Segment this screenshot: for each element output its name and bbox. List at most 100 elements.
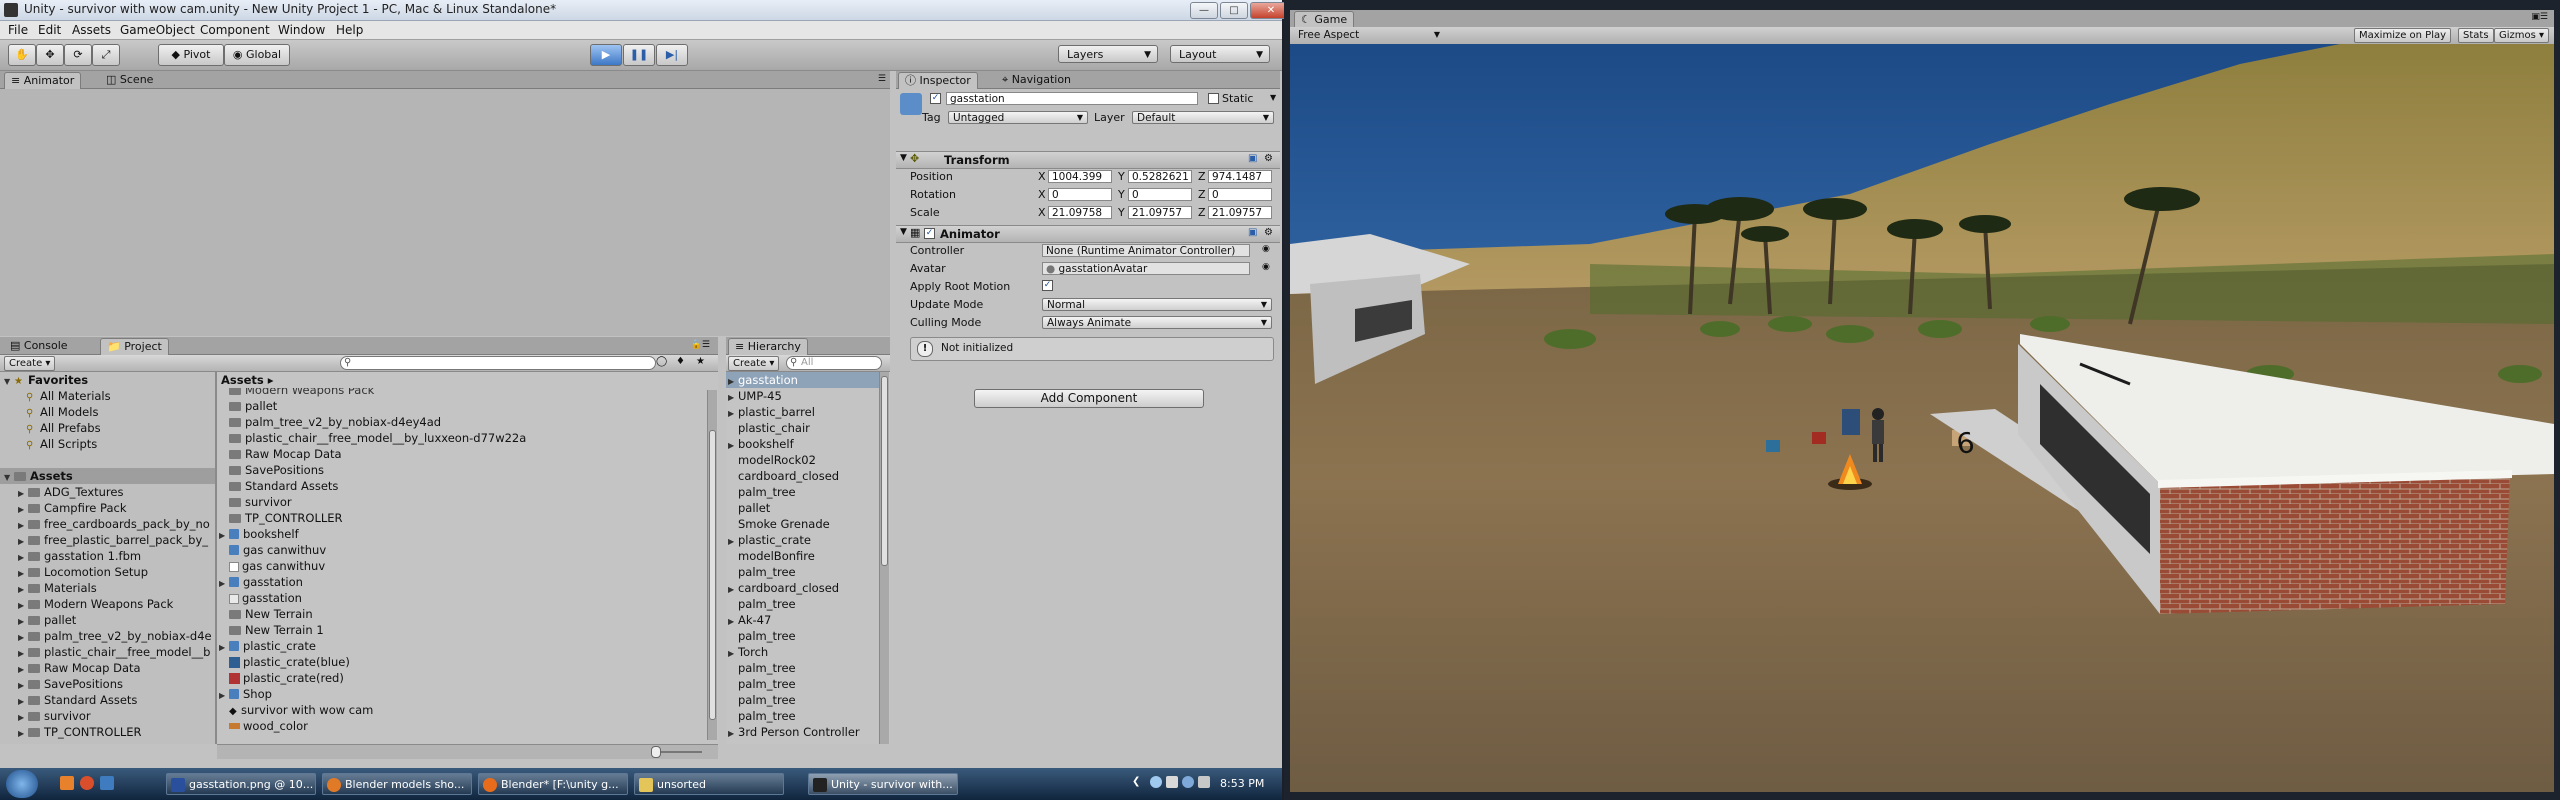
active-checkbox[interactable]: ✓: [930, 93, 941, 104]
hierarchy-item[interactable]: ▶ plastic_crate: [726, 532, 879, 548]
list-item[interactable]: plastic_crate(blue): [229, 654, 350, 670]
add-component-button[interactable]: Add Component: [974, 389, 1204, 408]
layer-dropdown[interactable]: Default ▼: [1132, 111, 1274, 124]
list-item[interactable]: plastic_chair__free_model__by_luxxeon-d7…: [229, 430, 526, 446]
panel-menu-icon[interactable]: ☰: [878, 74, 886, 84]
tab-navigation[interactable]: ⌖ Navigation: [996, 72, 1077, 88]
aspect-dropdown[interactable]: Free Aspect ▼: [1294, 29, 1444, 42]
tree-folder-item[interactable]: ▶ Modern Weapons Pack: [18, 596, 173, 612]
taskbar-item[interactable]: Blender* [F:\unity g...: [478, 773, 628, 795]
project-create-button[interactable]: Create ▾: [4, 356, 56, 371]
menu-component[interactable]: Component: [200, 23, 270, 37]
tab-animator[interactable]: ≡ Animator: [4, 72, 82, 89]
hierarchy-search-input[interactable]: ⚲ All: [786, 356, 882, 370]
tree-folder-item[interactable]: ▶ pallet: [18, 612, 76, 628]
layers-dropdown[interactable]: Layers ▼: [1058, 45, 1158, 63]
lock-icon[interactable]: 🔒☰: [691, 340, 710, 350]
tree-folder-item[interactable]: ▶ survivor: [18, 708, 91, 724]
culling-mode-dropdown[interactable]: Always Animate ▼: [1042, 316, 1272, 329]
list-item[interactable]: palm_tree_v2_by_nobiax-d4ey4ad: [229, 414, 441, 430]
layout-dropdown[interactable]: Layout ▼: [1170, 45, 1270, 63]
taskbar-item[interactable]: Unity - survivor with...: [808, 773, 958, 795]
hierarchy-item[interactable]: palm_tree: [726, 564, 879, 580]
tree-folder-item[interactable]: ▶ free_cardboards_pack_by_no: [18, 516, 210, 532]
hierarchy-item[interactable]: ▶ bookshelf: [726, 436, 879, 452]
object-picker-icon[interactable]: ◉: [1262, 262, 1270, 272]
global-toggle-button[interactable]: ◉ Global: [224, 44, 290, 66]
hierarchy-item[interactable]: ▶ cardboard_closed: [726, 580, 879, 596]
hierarchy-scrollbar[interactable]: [879, 372, 889, 744]
favorite-item[interactable]: ⚲ All Scripts: [26, 436, 97, 452]
scale-tool-icon[interactable]: ⤢: [92, 44, 120, 66]
explorer-icon[interactable]: [100, 776, 114, 790]
tag-dropdown[interactable]: Untagged ▼: [948, 111, 1088, 124]
project-search-input[interactable]: ⚲: [340, 356, 656, 370]
stats-button[interactable]: Stats: [2458, 28, 2494, 43]
browser-icon[interactable]: [80, 776, 94, 790]
static-checkbox[interactable]: [1208, 93, 1219, 104]
hierarchy-item[interactable]: modelBonfire: [726, 548, 879, 564]
maximize-on-play-button[interactable]: Maximize on Play: [2354, 28, 2452, 43]
tree-folder-item[interactable]: ▶ Locomotion Setup: [18, 564, 148, 580]
animator-header[interactable]: ▼ ▦ ✓ Animator ▣ ⚙: [896, 225, 1280, 243]
breadcrumb[interactable]: Assets ▸: [221, 372, 701, 388]
list-item[interactable]: plastic_crate(red): [229, 670, 344, 686]
list-item[interactable]: wood_color: [229, 718, 308, 734]
help-icon[interactable]: ▣: [1248, 153, 1257, 164]
tab-game[interactable]: ☾ Game: [1294, 11, 1355, 28]
favorite-item[interactable]: ⚲ All Prefabs: [26, 420, 101, 436]
favorites-header[interactable]: ▼ ★ Favorites: [4, 372, 88, 388]
tree-folder-item[interactable]: ▶ free_plastic_barrel_pack_by_: [18, 532, 208, 548]
gear-icon[interactable]: ⚙: [1264, 153, 1273, 164]
tab-console[interactable]: ▤ Console: [4, 338, 74, 354]
tab-scene[interactable]: ◫ Scene: [100, 72, 159, 88]
maximize-icon[interactable]: □: [1220, 2, 1248, 19]
list-item[interactable]: ▶ bookshelf: [219, 526, 299, 542]
hierarchy-item[interactable]: palm_tree: [726, 660, 879, 676]
project-scrollbar[interactable]: [707, 390, 717, 740]
volume-icon[interactable]: [1198, 776, 1210, 788]
hierarchy-item[interactable]: plastic_chair: [726, 420, 879, 436]
tree-folder-item[interactable]: ▶ Standard Assets: [18, 692, 137, 708]
pause-button[interactable]: ❚❚: [623, 44, 655, 66]
filter-type-icon[interactable]: ◯: [656, 356, 667, 367]
menu-file[interactable]: File: [8, 23, 28, 37]
taskbar-item[interactable]: unsorted: [634, 773, 784, 795]
tree-folder-item[interactable]: ▶ plastic_chair__free_model__b: [18, 644, 210, 660]
menu-gameobject[interactable]: GameObject: [120, 23, 195, 37]
menu-help[interactable]: Help: [336, 23, 363, 37]
favorite-star-icon[interactable]: ★: [696, 356, 705, 367]
hierarchy-item[interactable]: palm_tree: [726, 484, 879, 500]
tray-icon[interactable]: [1182, 776, 1194, 788]
scrollbar-thumb[interactable]: [709, 430, 716, 720]
list-item[interactable]: New Terrain: [229, 606, 313, 622]
clock[interactable]: 8:53 PM: [1220, 777, 1264, 790]
scale-z-field[interactable]: 21.09757: [1208, 206, 1272, 219]
hierarchy-create-button[interactable]: Create ▾: [728, 356, 780, 371]
slider-handle[interactable]: [651, 746, 661, 758]
tab-inspector[interactable]: ⓘ Inspector: [898, 72, 978, 89]
position-z-field[interactable]: 974.1487: [1208, 170, 1272, 183]
position-y-field[interactable]: 0.5282621: [1128, 170, 1192, 183]
tree-folder-item[interactable]: ▶ ADG_Textures: [18, 484, 123, 500]
menu-edit[interactable]: Edit: [38, 23, 61, 37]
animator-canvas[interactable]: [0, 89, 890, 336]
list-item[interactable]: gasstation: [229, 590, 302, 606]
minimize-icon[interactable]: —: [1190, 2, 1218, 19]
hierarchy-item[interactable]: palm_tree: [726, 596, 879, 612]
hierarchy-item[interactable]: palm_tree: [726, 628, 879, 644]
pivot-toggle-button[interactable]: ◆ Pivot: [158, 44, 224, 66]
list-item[interactable]: ◆ survivor with wow cam: [229, 702, 373, 718]
rotation-z-field[interactable]: 0: [1208, 188, 1272, 201]
hierarchy-item[interactable]: ▶ 3rd Person Controller: [726, 724, 879, 740]
play-button[interactable]: ▶: [590, 44, 622, 66]
chevron-left-icon[interactable]: ❮: [1132, 776, 1140, 787]
hierarchy-item[interactable]: palm_tree: [726, 676, 879, 692]
tree-folder-item[interactable]: ▶ SavePositions: [18, 676, 123, 692]
object-name-field[interactable]: gasstation: [946, 92, 1198, 105]
list-item[interactable]: ▶ plastic_crate: [219, 638, 316, 654]
apply-root-motion-checkbox[interactable]: ✓: [1042, 280, 1053, 291]
tray-icon[interactable]: [1166, 776, 1178, 788]
transform-header[interactable]: ▼ ✥ Transform ▣ ⚙: [896, 151, 1280, 169]
gizmos-button[interactable]: Gizmos ▾: [2494, 28, 2550, 43]
